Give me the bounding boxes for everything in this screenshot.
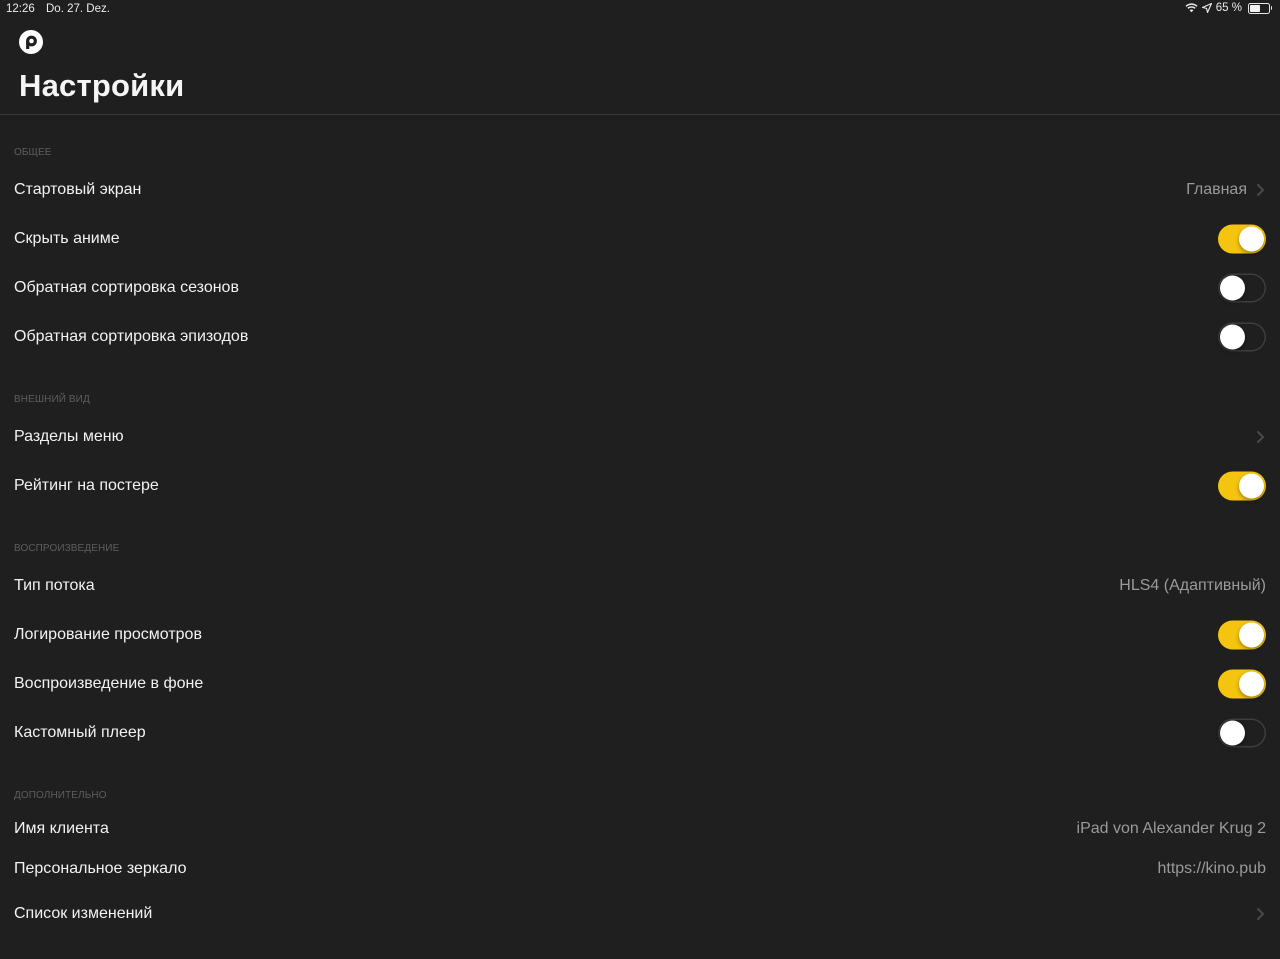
row-menu-sections[interactable]: Разделы меню [0,415,1280,459]
status-date: Do. 27. Dez. [46,3,110,15]
row-label: Тип потока [14,577,95,594]
row-client-name[interactable]: Имя клиента iPad von Alexander Krug 2 [0,807,1280,851]
chevron-right-icon [1257,431,1264,443]
battery-percentage: 65 % [1215,2,1242,14]
section-header-appearance: ВНЕШНИЙ ВИД [14,394,90,405]
row-reverse-episodes: Обратная сортировка эпизодов [0,315,1280,359]
section-header-general: ОБЩЕЕ [14,147,52,158]
status-bar: 12:26 Do. 27. Dez. 65 % [0,0,1280,20]
row-label: Кастомный плеер [14,724,146,741]
row-personal-mirror[interactable]: Персональное зеркало https://kino.pub [0,847,1280,891]
row-value: https://kino.pub [1157,860,1266,877]
toggle-knob [1220,720,1245,746]
poster-rating-toggle[interactable] [1218,471,1266,501]
row-poster-rating: Рейтинг на постере [0,464,1280,508]
custom-player-toggle[interactable] [1218,718,1266,748]
row-label: Обратная сортировка эпизодов [14,328,249,345]
header-divider [0,114,1280,115]
row-label: Воспроизведение в фоне [14,675,204,692]
row-label: Рейтинг на постере [14,477,159,494]
wifi-icon [1185,3,1198,13]
row-value: Главная [1186,181,1247,198]
row-value: iPad von Alexander Krug 2 [1076,820,1266,837]
chevron-right-icon [1257,184,1264,196]
row-label: Обратная сортировка сезонов [14,279,239,296]
toggle-knob [1220,275,1245,301]
page-title: Настройки [19,68,185,103]
row-label: Персональное зеркало [14,860,187,877]
row-start-screen[interactable]: Стартовый экран Главная [0,168,1280,212]
battery-icon [1248,2,1272,14]
watch-logging-toggle[interactable] [1218,620,1266,650]
section-header-playback: ВОСПРОИЗВЕДЕНИЕ [14,543,120,554]
toggle-knob [1220,324,1245,350]
row-hide-anime: Скрыть аниме [0,217,1280,261]
row-label: Логирование просмотров [14,626,202,643]
row-watch-logging: Логирование просмотров [0,613,1280,657]
reverse-episodes-toggle[interactable] [1218,322,1266,352]
row-custom-player: Кастомный плеер [0,711,1280,755]
toggle-knob [1239,622,1264,648]
toggle-knob [1239,671,1264,697]
row-label: Список изменений [14,905,153,922]
toggle-knob [1239,226,1264,252]
row-label: Имя клиента [14,820,109,837]
reverse-seasons-toggle[interactable] [1218,273,1266,303]
hide-anime-toggle[interactable] [1218,224,1266,254]
background-playback-toggle[interactable] [1218,669,1266,699]
row-reverse-seasons: Обратная сортировка сезонов [0,266,1280,310]
battery-level [1250,4,1261,12]
settings-screen: 12:26 Do. 27. Dez. 65 % Настройки ОБЩЕЕ [0,0,1280,959]
row-label: Скрыть аниме [14,230,120,247]
row-stream-type[interactable]: Тип потока HLS4 (Адаптивный) [0,564,1280,608]
status-time: 12:26 [6,3,35,15]
app-logo-icon[interactable] [19,30,43,54]
location-arrow-icon [1201,3,1212,13]
chevron-right-icon [1257,908,1264,920]
row-changelog[interactable]: Список изменений [0,892,1280,936]
row-background-playback: Воспроизведение в фоне [0,662,1280,706]
section-header-additional: ДОПОЛНИТЕЛЬНО [14,790,107,801]
row-label: Разделы меню [14,428,124,445]
status-indicators: 65 % [1185,2,1272,14]
row-value: HLS4 (Адаптивный) [1119,577,1266,594]
toggle-knob [1239,473,1264,499]
row-label: Стартовый экран [14,181,142,198]
